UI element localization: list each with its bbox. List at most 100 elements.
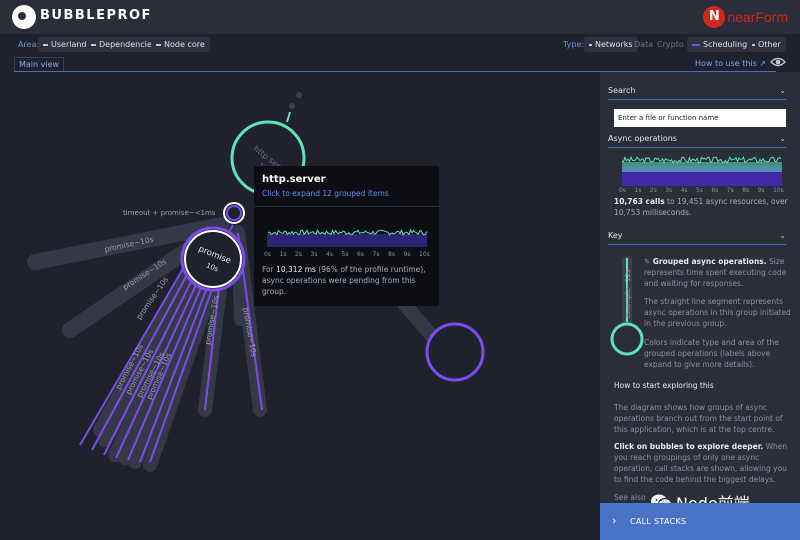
how-to-use-link[interactable]: How to use this ↗ [695, 59, 766, 68]
small-node[interactable] [289, 103, 295, 109]
userland-line-icon [43, 43, 48, 46]
side-panel: Search ⌄ Async operations ⌄ 0s 1s 2s 3s 4s 5s 6s… [600, 72, 800, 540]
chart-tick-label: 10s [773, 187, 784, 194]
tooltip-divider [254, 206, 439, 207]
timeout-label: timeout + promise~<1ms [123, 209, 216, 217]
chart-tick-label: 2s [650, 187, 657, 194]
type-chip-other[interactable]: Other [747, 37, 786, 52]
chart-tick-label: 0s [619, 187, 626, 194]
type-chip-label: Scheduling [703, 40, 748, 49]
explore-description-2: Click on bubbles to explore deeper. When… [614, 441, 788, 485]
explore-p2-bold: Click on bubbles to explore deeper. [614, 442, 764, 451]
chart-tick-label: 4s [326, 251, 333, 258]
key-example-graphic: example~12s [610, 256, 644, 356]
external-link-icon: ↗ [759, 59, 767, 68]
networks-line-icon [589, 43, 592, 46]
async-group-bubble[interactable] [425, 322, 485, 382]
filter-toolbar: Area: Userland Dependencies Node core Ty… [0, 34, 800, 56]
nearform-logo-text: nearForm [727, 9, 788, 25]
node-core-line-icon [156, 43, 161, 46]
tooltip-title: http.server [262, 174, 326, 185]
async-title: Async operations [608, 134, 677, 143]
nearform-mark-icon: N [703, 6, 726, 28]
dependencies-line-icon [91, 43, 96, 46]
chart-tick-label: 4s [681, 187, 688, 194]
call-stacks-label: CALL STACKS [630, 517, 687, 526]
key-p1-bold: Grouped async operations. [652, 257, 767, 266]
root-link [286, 111, 291, 123]
chart-tick-label: 5s [342, 251, 349, 258]
explore-title: How to start exploring this [614, 381, 714, 390]
bubble-diagram[interactable]: http.server 10s timeout + promise~<1ms p… [0, 72, 600, 540]
chart-tick-label: 7s [727, 187, 734, 194]
area-chip-dependencies[interactable]: Dependencies [86, 37, 161, 52]
area-chip-label: Dependencies [99, 40, 156, 49]
eye-icon[interactable] [770, 56, 786, 68]
type-label: Type: [563, 40, 585, 49]
other-line-icon [752, 43, 755, 46]
chart-tick-label: 8s [388, 251, 395, 258]
chart-tick-label: 10s [419, 251, 430, 258]
tooltip-duration: 10,312 ms [276, 265, 316, 274]
explore-description-1: The diagram shows how groups of async op… [614, 403, 783, 434]
chart-tick-label: 3s [311, 251, 318, 258]
chart-tick-label: 5s [696, 187, 703, 194]
async-summary: 10,763 calls to 19,451 async resources, … [614, 196, 788, 218]
tab-main-view[interactable]: Main view [14, 57, 65, 71]
chart-tick-label: 9s [758, 187, 765, 194]
chart-tick-label: 9s [404, 251, 411, 258]
key-description-1: ✎ Grouped async operations. Size represe… [644, 256, 792, 289]
scheduling-line-icon [692, 43, 700, 46]
chart-tick-label: 0s [264, 251, 271, 258]
type-chip-label: Other [758, 40, 781, 49]
async-section-header[interactable]: Async operations ⌄ [608, 130, 786, 148]
key-bubble [610, 322, 644, 356]
root-node[interactable] [296, 92, 302, 98]
key-title: Key [608, 231, 623, 240]
search-section-header[interactable]: Search ⌄ [608, 82, 786, 100]
chart-tick-label: 7s [373, 251, 380, 258]
tooltip-description: For 10,312 ms (96% of the profile runtim… [262, 264, 434, 297]
area-label: Area: [18, 40, 40, 49]
chart-fill-network [622, 162, 782, 172]
chart-tick-label: 6s [711, 187, 718, 194]
pencil-icon: ✎ [644, 257, 651, 266]
app-header: BUBBLEPROF N nearForm [0, 0, 800, 34]
type-chip-crypto[interactable]: Crypto [652, 37, 689, 52]
key-description-2: The straight line segment represents asy… [644, 297, 791, 328]
chart-tick-label: 8s [742, 187, 749, 194]
async-calls: 10,763 calls [614, 197, 665, 206]
app-name: BUBBLEPROF [40, 8, 152, 23]
nearform-logo[interactable]: N nearForm [703, 5, 788, 29]
tooltip-chart-ticks: 0s 1s 2s 3s 4s 5s 6s 7s 8s 9s 10s [264, 251, 430, 258]
type-chip-label: Networks [595, 40, 633, 49]
chevron-right-icon: › [612, 514, 617, 527]
chevron-down-icon: ⌄ [779, 134, 786, 143]
search-input[interactable] [614, 109, 786, 127]
tooltip-text-pre: For [262, 265, 277, 274]
bubble-tooltip: http.server Click to expand 12 grouped i… [254, 166, 439, 306]
chevron-down-icon: ⌄ [779, 231, 786, 240]
area-chip-label: Userland [51, 40, 87, 49]
area-chip-label: Node core [164, 40, 205, 49]
chart-fill [267, 234, 427, 247]
chart-tick-label: 1s [280, 251, 287, 258]
area-chip-node-core[interactable]: Node core [151, 37, 210, 52]
expand-group-link[interactable]: Click to expand 12 grouped items [262, 189, 389, 198]
chart-tick-label: 3s [665, 187, 672, 194]
bubbleprof-logo-icon [12, 5, 36, 29]
key-section-header[interactable]: Key ⌄ [608, 227, 786, 245]
chevron-down-icon: ⌄ [779, 86, 786, 95]
tooltip-activity-chart: 0s 1s 2s 3s 4s 5s 6s 7s 8s 9s 10s [264, 228, 430, 258]
area-chip-userland[interactable]: Userland [38, 37, 92, 52]
call-stacks-button[interactable]: › CALL STACKS [600, 503, 800, 540]
search-title: Search [608, 86, 636, 95]
async-chart-ticks: 0s 1s 2s 3s 4s 5s 6s 7s 8s 9s 10s [619, 187, 784, 194]
type-chip-scheduling[interactable]: Scheduling [687, 37, 753, 52]
chart-tick-label: 1s [634, 187, 641, 194]
key-example-label: example~12s [624, 269, 632, 318]
chart-tick-label: 2s [295, 251, 302, 258]
async-operations-chart: 0s 1s 2s 3s 4s 5s 6s 7s 8s 9s 10s [619, 155, 784, 194]
how-to-use-label: How to use this [695, 59, 757, 68]
key-description-3: Colors indicate type and area of the gro… [644, 338, 779, 369]
